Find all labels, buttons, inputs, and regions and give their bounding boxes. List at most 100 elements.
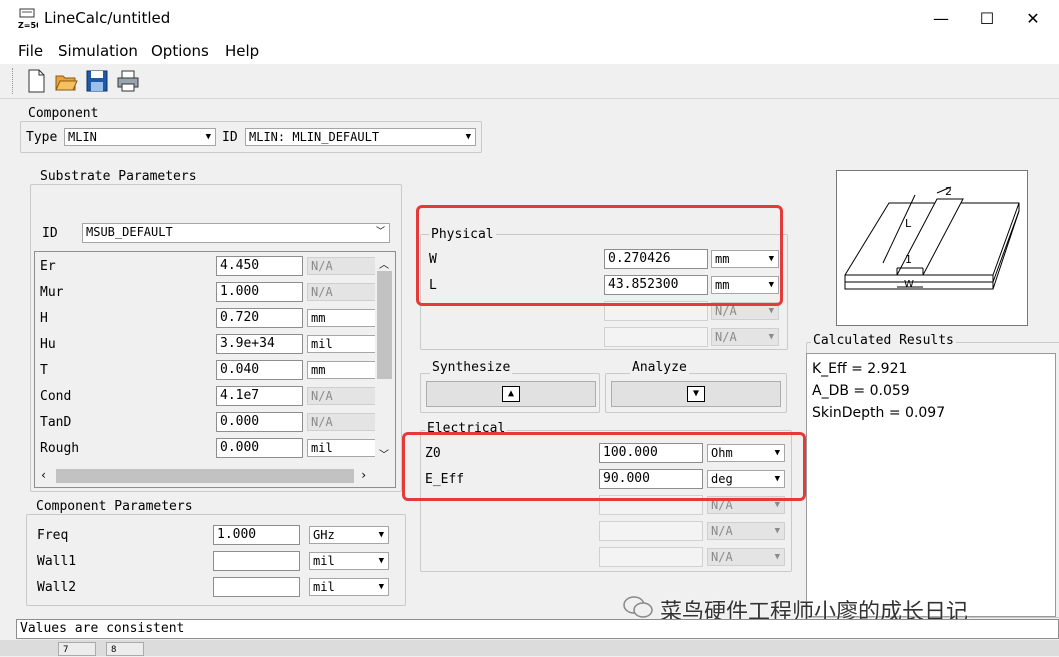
param-unit-wall2[interactable]: mil ▼ [309, 578, 389, 596]
substrate-label-mur: Mur [40, 285, 64, 300]
substrate-unit-er: N/A [307, 257, 375, 275]
result-line: K_Eff = 2.921 [812, 361, 908, 377]
type-value: MLIN [68, 130, 97, 144]
electrical-highlight-box [402, 432, 806, 501]
substrate-label-tand: TanD [40, 415, 72, 430]
param-label-wall2: Wall2 [37, 580, 77, 595]
chevron-down-icon: ▼ [465, 132, 471, 142]
close-button[interactable]: ✕ [1010, 6, 1056, 32]
substrate-field-h[interactable]: 0.720 [216, 308, 303, 328]
component-id-value: MLIN: MLIN_DEFAULT [249, 130, 380, 144]
substrate-unit-hu[interactable]: mil [307, 335, 375, 353]
substrate-unit-t[interactable]: mm [307, 361, 375, 379]
analyze-button[interactable]: ▼ [611, 381, 781, 407]
electrical-extra-unit-2: N/A ▼ [707, 522, 785, 540]
results-text: K_Eff = 2.921 A_DB = 0.059 SkinDepth = 0… [812, 358, 945, 424]
diagram-label-2: 2 [945, 185, 952, 198]
window-title: LineCalc/untitled [44, 9, 171, 27]
menu-options[interactable]: Options [151, 42, 209, 60]
electrical-extra-field-2 [599, 521, 703, 541]
status-text: Values are consistent [20, 621, 185, 636]
app-icon: Z=50 [18, 8, 38, 30]
substrate-field-tand[interactable]: 0.000 [216, 412, 303, 432]
toolbar-grip [12, 68, 16, 94]
arrow-up-icon: ▲ [502, 386, 520, 402]
substrate-field-mur[interactable]: 1.000 [216, 282, 303, 302]
substrate-label-hu: Hu [40, 337, 56, 352]
chevron-down-icon: ▼ [378, 530, 384, 540]
param-unit-freq[interactable]: GHz ▼ [309, 526, 389, 544]
substrate-id-label: ID [42, 226, 58, 241]
substrate-field-hu[interactable]: 3.9e+34 [216, 334, 303, 354]
param-field-wall2[interactable] [213, 577, 300, 597]
results-legend: Calculated Results [811, 333, 956, 348]
diagram-label-W: W [904, 279, 914, 290]
param-field-freq[interactable]: 1.000 [213, 525, 300, 545]
maximize-button[interactable]: ☐ [964, 6, 1010, 32]
diagram-label-1: 1 [905, 253, 912, 266]
substrate-label-er: Er [40, 259, 56, 274]
chevron-down-icon: ▼ [774, 552, 780, 562]
param-field-wall1[interactable] [213, 551, 300, 571]
electrical-extra-field-3 [599, 547, 703, 567]
svg-text:Z=50: Z=50 [18, 21, 38, 30]
synthesize-button[interactable]: ▲ [426, 381, 596, 407]
vertical-scroll-thumb[interactable] [377, 271, 392, 379]
param-label-wall1: Wall1 [37, 554, 77, 569]
substrate-label-h: H [40, 311, 48, 326]
type-select[interactable]: MLIN ▼ [64, 128, 216, 146]
open-folder-icon[interactable] [54, 68, 78, 94]
chevron-down-icon: ▼ [205, 132, 211, 142]
result-line: SkinDepth = 0.097 [812, 405, 946, 421]
save-icon[interactable] [85, 68, 109, 94]
taskbar-item-8[interactable]: 8 [106, 642, 144, 656]
electrical-extra-unit-3: N/A ▼ [707, 548, 785, 566]
chevron-down-icon: ▼ [774, 526, 780, 536]
physical-extra-unit-2: N/A ▼ [711, 328, 779, 346]
physical-highlight-box [416, 205, 783, 306]
substrate-id-value: MSUB_DEFAULT [86, 225, 173, 239]
substrate-label-t: T [40, 363, 48, 378]
microstrip-drawing: 1 2 L W [844, 185, 1020, 290]
wechat-logo [622, 594, 654, 620]
analyze-legend: Analyze [630, 360, 689, 375]
substrate-field-t[interactable]: 0.040 [216, 360, 303, 380]
result-line: A_DB = 0.059 [812, 383, 910, 399]
physical-extra-field-2 [604, 327, 708, 347]
substrate-unit-rough[interactable]: mil [307, 439, 375, 457]
taskbar-item-7[interactable]: 7 [58, 642, 96, 656]
substrate-field-er[interactable]: 4.450 [216, 256, 303, 276]
menu-file[interactable]: File [18, 42, 43, 60]
print-icon[interactable] [116, 68, 140, 94]
minimize-button[interactable]: — [918, 6, 964, 32]
horizontal-scroll-thumb[interactable] [56, 469, 354, 483]
chevron-left-icon[interactable]: ‹ [40, 468, 47, 482]
component-id-select[interactable]: MLIN: MLIN_DEFAULT ▼ [245, 128, 476, 146]
menu-help[interactable]: Help [225, 42, 259, 60]
component-params-legend: Component Parameters [34, 499, 195, 514]
param-label-freq: Freq [37, 528, 69, 543]
menu-simulation[interactable]: Simulation [58, 42, 138, 60]
chevron-up-icon[interactable]: ︿ [379, 256, 389, 271]
substrate-unit-tand: N/A [307, 413, 375, 431]
type-label: Type [26, 130, 58, 145]
id-label: ID [222, 130, 238, 145]
taskbar-strip [0, 640, 1059, 656]
substrate-unit-h[interactable]: mm [307, 309, 375, 327]
substrate-label-cond: Cond [40, 389, 72, 404]
arrow-down-icon: ▼ [687, 386, 705, 402]
param-unit-wall1[interactable]: mil ▼ [309, 552, 389, 570]
substrate-unit-cond: N/A [307, 387, 375, 405]
new-file-icon[interactable] [24, 68, 48, 94]
substrate-id-select[interactable]: MSUB_DEFAULT ﹀ [82, 223, 390, 243]
substrate-field-rough[interactable]: 0.000 [216, 438, 303, 458]
chevron-right-icon[interactable]: › [360, 468, 367, 482]
component-legend: Component [26, 106, 101, 121]
substrate-label-rough: Rough [40, 441, 80, 456]
microstrip-diagram: 1 2 L W [836, 170, 1028, 326]
substrate-legend: Substrate Parameters [38, 169, 199, 184]
toolbar [0, 64, 1059, 99]
chevron-down-icon[interactable]: ﹀ [379, 446, 389, 461]
synthesize-legend: Synthesize [430, 360, 513, 375]
substrate-field-cond[interactable]: 4.1e7 [216, 386, 303, 406]
